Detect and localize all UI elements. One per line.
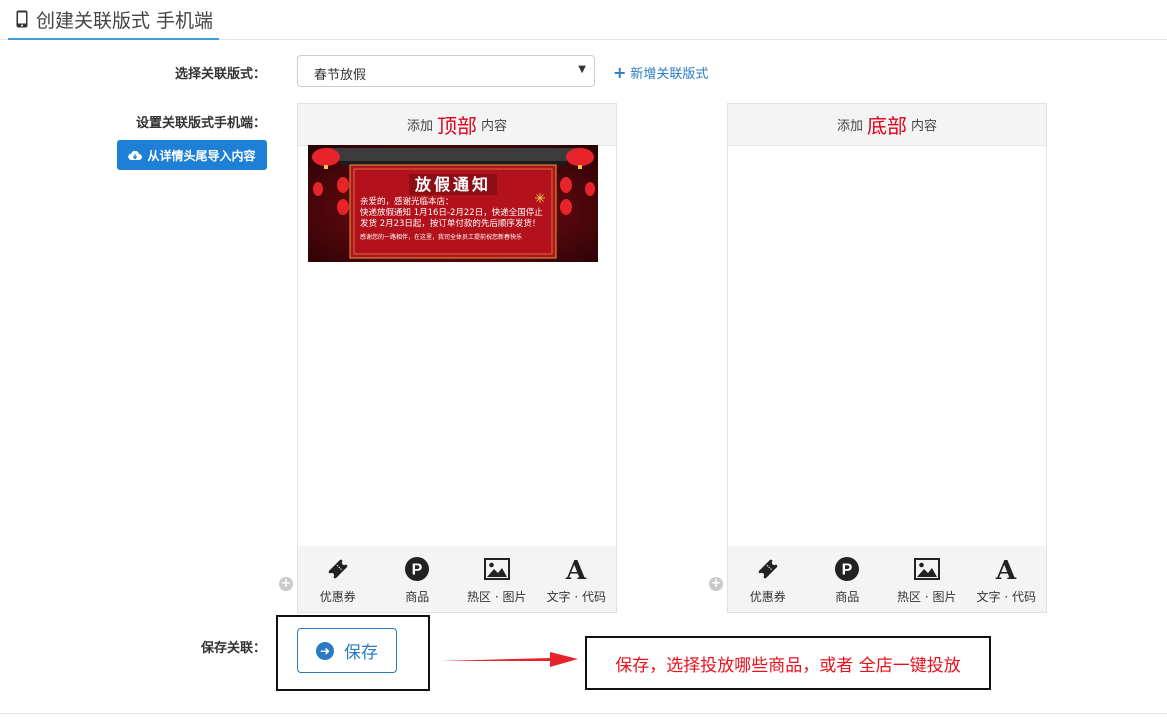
save-button[interactable]: ➜ 保存 <box>297 628 397 673</box>
top-coupon-tool[interactable]: 优惠券 <box>298 546 378 612</box>
bottom-panel-header: 添加 底部 内容 <box>728 104 1046 146</box>
text-a-icon: A <box>565 556 587 582</box>
top-image-tool[interactable]: 热区 · 图片 <box>457 546 537 612</box>
product-p-icon: P <box>835 557 860 581</box>
bottom-image-tool[interactable]: 热区 · 图片 <box>887 546 967 612</box>
top-panel-prefix: 添加 <box>406 119 433 134</box>
add-style-link[interactable]: + 新增关联版式 <box>613 63 708 82</box>
footer-divider <box>0 713 1167 714</box>
bottom-add-circle-icon[interactable]: + <box>709 577 723 591</box>
save-association-label: 保存关联： <box>200 641 266 656</box>
bottom-panel-toolbar: 优惠券 P 商品 热区 · 图片 A 文字 · 代码 <box>728 546 1046 612</box>
svg-text:A: A <box>565 556 587 582</box>
banner-line-1: 亲爱的，感谢光临本店： <box>360 197 454 207</box>
style-select-value: 春节放假 <box>314 68 367 83</box>
annotation-box: 保存，选择投放哪些商品，或者 全店一键投放 <box>585 636 991 690</box>
add-style-link-label: 新增关联版式 <box>630 67 709 82</box>
top-product-label: 商品 <box>405 590 430 604</box>
page-title: 创建关联版式 手机端 <box>36 9 214 32</box>
top-panel-header: 添加 顶部 内容 <box>298 104 616 146</box>
text-a-icon: A <box>995 556 1017 582</box>
annotation-text: 保存，选择投放哪些商品，或者 全店一键投放 <box>615 655 961 676</box>
bottom-product-label: 商品 <box>835 590 860 604</box>
chevron-down-icon: ▼ <box>578 64 586 75</box>
save-button-label: 保存 <box>344 643 378 663</box>
top-image-label: 热区 · 图片 <box>467 590 527 604</box>
top-product-tool[interactable]: P 商品 <box>378 546 458 612</box>
holiday-banner-image: 放假通知 亲爱的，感谢光临本店： 快递放假通知 1月16日-2月22日，快递全国… <box>308 145 598 262</box>
annotation-arrow <box>440 652 578 667</box>
top-text-tool[interactable]: A 文字 · 代码 <box>537 546 617 612</box>
top-text-label: 文字 · 代码 <box>546 590 606 604</box>
bottom-coupon-label: 优惠券 <box>749 590 786 604</box>
mobile-phone-icon <box>16 10 28 28</box>
cloud-download-icon <box>128 150 143 160</box>
top-panel-suffix: 内容 <box>481 119 508 134</box>
top-panel-highlight: 顶部 <box>437 114 477 138</box>
svg-text:P: P <box>412 562 423 579</box>
coupon-icon <box>328 559 348 579</box>
select-style-label: 选择关联版式： <box>174 67 266 82</box>
svg-text:P: P <box>842 562 853 579</box>
bottom-product-tool[interactable]: P 商品 <box>808 546 888 612</box>
mobile-setup-label: 设置关联版式手机端： <box>135 116 266 131</box>
import-button-label: 从详情头尾导入内容 <box>147 148 256 163</box>
banner-line-2: 快递放假通知 1月16日-2月22日，快递全国停止 <box>360 208 543 218</box>
banner-line-4: 感谢您的一路相伴，在这里，我司全体员工提前祝您新春快乐 <box>360 234 523 241</box>
arrow-right-circle-icon: ➜ <box>316 641 334 660</box>
bottom-content-panel: 添加 底部 内容 优惠券 P 商品 热区 · 图片 A 文字 · 代码 <box>727 103 1047 613</box>
bottom-panel-highlight: 底部 <box>867 114 907 138</box>
style-select[interactable]: 春节放假 ▼ <box>297 55 595 87</box>
bottom-text-tool[interactable]: A 文字 · 代码 <box>967 546 1047 612</box>
bottom-panel-suffix: 内容 <box>911 119 938 134</box>
plus-icon: + <box>613 62 627 82</box>
coupon-icon <box>758 559 778 579</box>
svg-text:A: A <box>995 556 1017 582</box>
banner-heading: 放假通知 <box>408 174 497 195</box>
image-icon <box>483 558 510 580</box>
top-coupon-label: 优惠券 <box>319 590 356 604</box>
import-button[interactable]: 从详情头尾导入内容 <box>117 140 267 170</box>
product-p-icon: P <box>405 557 430 581</box>
bottom-image-label: 热区 · 图片 <box>897 590 957 604</box>
image-icon <box>913 558 940 580</box>
top-add-circle-icon[interactable]: + <box>279 577 293 591</box>
top-panel-toolbar: 优惠券 P 商品 热区 · 图片 A 文字 · 代码 <box>298 546 616 612</box>
bottom-text-label: 文字 · 代码 <box>976 590 1036 604</box>
header-tab: 创建关联版式 手机端 <box>8 0 220 40</box>
bottom-coupon-tool[interactable]: 优惠券 <box>728 546 808 612</box>
banner-line-3: 发货 2月23日起，按订单付款的先后顺序发货！ <box>360 219 541 229</box>
bottom-panel-prefix: 添加 <box>836 119 863 134</box>
